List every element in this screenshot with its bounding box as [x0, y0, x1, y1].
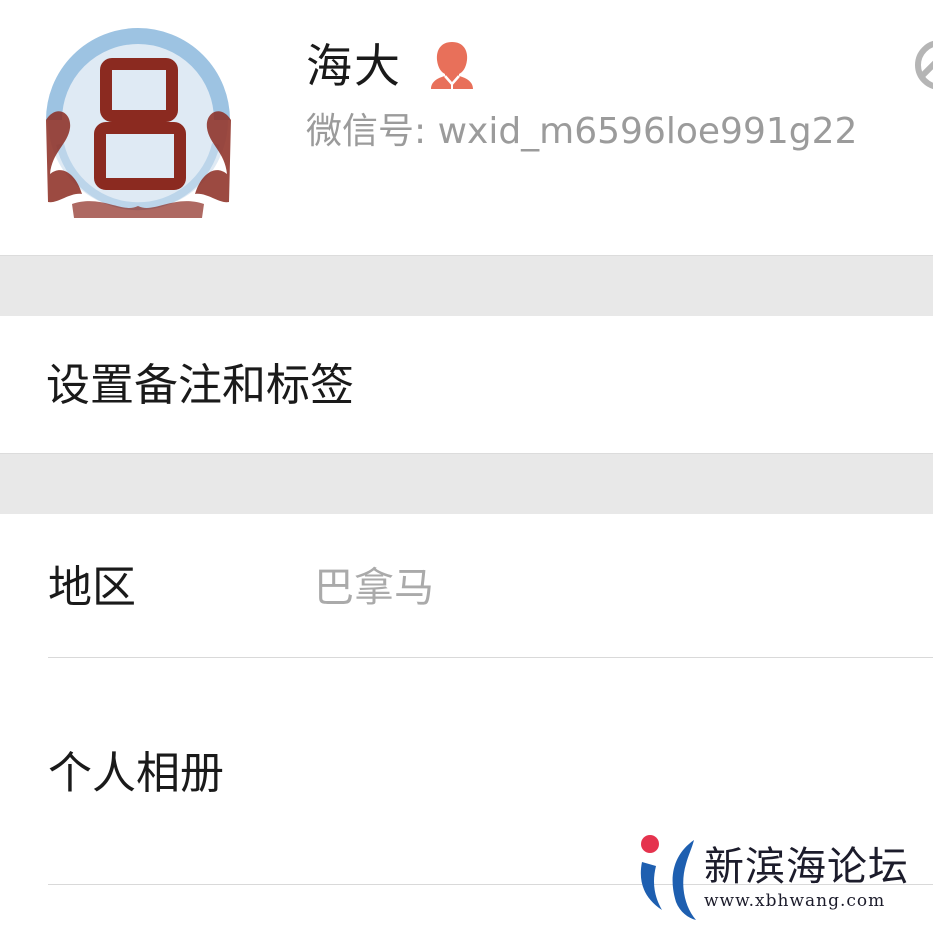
- avatar[interactable]: [42, 24, 235, 220]
- profile-name: 海大: [306, 39, 402, 93]
- section-gap: [0, 255, 933, 316]
- profile-header: 海大 微信号: wxid_m6596loe991g22: [0, 0, 933, 255]
- watermark-title: 新滨海论坛: [704, 844, 909, 890]
- region-label: 地区: [48, 562, 136, 613]
- forum-logo-icon: [640, 835, 696, 920]
- contact-profile-page: 海大 微信号: wxid_m6596loe991g22 设置备注和标签 地区 巴…: [0, 0, 933, 933]
- female-user-icon: [428, 40, 476, 90]
- partial-edge-icon[interactable]: [912, 40, 933, 90]
- forum-watermark: 新滨海论坛 www.xbhwang.com: [634, 832, 924, 922]
- watermark-url: www.xbhwang.com: [704, 891, 886, 911]
- wechat-id: 微信号: wxid_m6596loe991g22: [306, 111, 858, 152]
- logo-avatar-icon: [46, 28, 231, 218]
- section-gap: [0, 453, 933, 514]
- region-value: 巴拿马: [314, 565, 434, 611]
- personal-album-label: 个人相册: [48, 748, 224, 799]
- remark-and-tags-label: 设置备注和标签: [46, 360, 354, 411]
- region-row[interactable]: 地区 巴拿马: [0, 514, 933, 657]
- remark-and-tags-row[interactable]: 设置备注和标签: [0, 316, 933, 453]
